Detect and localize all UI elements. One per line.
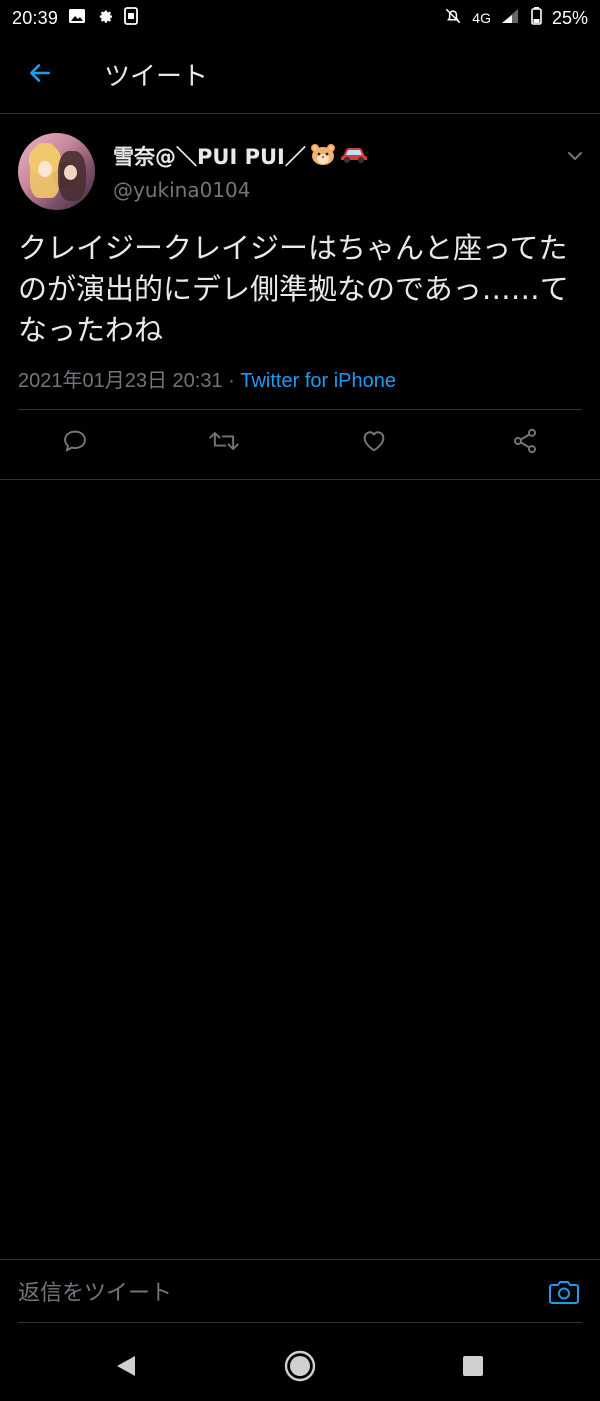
- camera-icon: [548, 1281, 580, 1310]
- reply-bar: 返信をツイート: [0, 1260, 600, 1322]
- back-button[interactable]: [0, 36, 80, 114]
- reply-input[interactable]: 返信をツイート: [18, 1270, 518, 1312]
- tweet-timestamp: 2021年01月23日 20:31: [18, 370, 223, 392]
- heart-icon: [360, 427, 388, 459]
- avatar[interactable]: [18, 133, 95, 210]
- status-bar-left: 20:39: [12, 6, 138, 30]
- camera-button[interactable]: [548, 1278, 582, 1308]
- share-button[interactable]: [509, 427, 541, 459]
- comment-icon: [61, 427, 89, 459]
- square-recents-icon: [462, 1355, 484, 1381]
- battery-percent: 25%: [551, 7, 588, 28]
- signal-icon: [501, 8, 521, 29]
- gear-icon: [96, 7, 114, 30]
- retweet-icon: [208, 427, 240, 459]
- meta-separator: ·: [222, 370, 241, 392]
- page-title: ツイート: [104, 62, 209, 92]
- display-name: 雪奈@＼PUI PUI／: [113, 145, 306, 169]
- share-icon: [511, 427, 539, 459]
- divider: [0, 479, 600, 480]
- nav-recents-button[interactable]: [455, 1350, 491, 1386]
- nav-home-button[interactable]: [282, 1350, 318, 1386]
- tweet-detail-screen: 20:39 4G 25% ツイート 雪奈@＼PUI PUI／ @yukina01…: [0, 0, 600, 1401]
- tweet-options-button[interactable]: [563, 144, 587, 168]
- sim-app-icon: [124, 6, 138, 30]
- bell-off-icon: [444, 7, 462, 30]
- divider: [18, 1322, 582, 1323]
- tweet-text: クレイジークレイジーはちゃんと座ってたのが演出的にデレ側準拠なのであっ……てなっ…: [18, 231, 569, 347]
- tweet-meta: 2021年01月23日 20:31 · Twitter for iPhone: [18, 364, 396, 393]
- like-button[interactable]: [358, 427, 390, 459]
- tweet-source-link[interactable]: Twitter for iPhone: [240, 370, 396, 392]
- display-name-row[interactable]: 雪奈@＼PUI PUI／: [113, 141, 368, 171]
- car-icon: [340, 144, 368, 169]
- battery-icon: [531, 6, 542, 30]
- tweet-author: 雪奈@＼PUI PUI／ @yukina0104: [0, 114, 600, 214]
- status-bar-right: 4G 25%: [444, 6, 588, 30]
- reply-button[interactable]: [59, 427, 91, 459]
- status-bar: 20:39 4G 25%: [0, 0, 600, 36]
- chevron-down-icon: [563, 152, 587, 172]
- status-time: 20:39: [12, 7, 59, 28]
- user-handle[interactable]: @yukina0104: [113, 178, 250, 202]
- retweet-button[interactable]: [208, 427, 240, 459]
- hamster-icon: [310, 142, 336, 171]
- image-icon: [68, 8, 86, 29]
- top-app-bar: ツイート: [0, 36, 600, 114]
- circle-home-icon: [284, 1350, 316, 1386]
- system-navigation-bar: [0, 1330, 600, 1401]
- arrow-left-icon: [27, 60, 53, 90]
- tweet-actions: [0, 410, 600, 479]
- nav-back-button[interactable]: [108, 1350, 144, 1386]
- triangle-back-icon: [115, 1354, 137, 1382]
- tweet: 雪奈@＼PUI PUI／ @yukina0104 クレイジークレイジーはちゃんと…: [0, 114, 600, 480]
- network-type: 4G: [472, 10, 491, 26]
